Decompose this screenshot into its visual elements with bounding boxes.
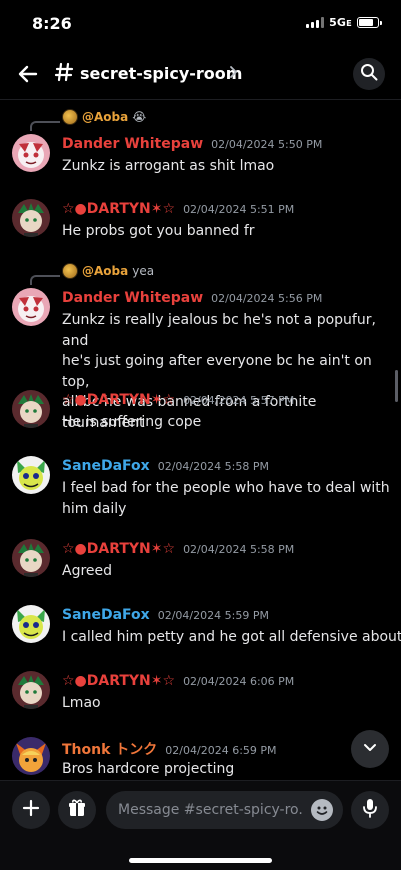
message-line: I called him petty and he got all defens… — [62, 629, 401, 645]
avatar[interactable] — [12, 737, 50, 775]
message-text: I feel bad for the people who have to de… — [62, 478, 392, 519]
message-line: him daily — [62, 500, 127, 517]
emoji-icon — [311, 806, 333, 825]
timestamp: 02/04/2024 5:51 PM — [183, 203, 295, 216]
chevron-right-icon[interactable] — [228, 65, 238, 83]
reply-reference[interactable]: @Aoba yea — [62, 263, 154, 279]
message-line: Agreed — [62, 563, 113, 579]
avatar[interactable] — [12, 390, 50, 428]
message-text: Agreed — [62, 561, 392, 582]
author-name[interactable]: ☆●DARTYN✶☆ — [62, 201, 175, 217]
timestamp: 02/04/2024 6:06 PM — [183, 675, 295, 688]
message-text: I called him petty and he got all defens… — [62, 627, 401, 648]
add-attachment-button[interactable] — [12, 791, 50, 829]
channel-header: secret-spicy-room — [0, 48, 401, 100]
microphone-icon — [361, 798, 379, 822]
avatar[interactable] — [12, 288, 50, 326]
message-line: He is suffering cope — [62, 414, 202, 430]
channel-name[interactable]: secret-spicy-room — [80, 64, 242, 83]
reply-preview: yea — [132, 264, 155, 278]
timestamp: 02/04/2024 5:50 PM — [211, 138, 323, 151]
gift-icon — [67, 798, 87, 822]
status-indicators: 5Gᴇ — [306, 16, 382, 29]
battery-icon — [357, 17, 382, 28]
author-name[interactable]: Dander Whitepaw — [62, 136, 203, 152]
avatar — [62, 263, 78, 279]
avatar[interactable] — [12, 671, 50, 709]
reply-author: @Aoba — [82, 264, 129, 278]
signal-icon — [306, 17, 325, 28]
timestamp: 02/04/2024 5:58 PM — [157, 460, 269, 473]
plus-icon — [22, 799, 40, 821]
message-line: Bros hardcore projecting — [62, 761, 235, 777]
author-name[interactable]: ☆●DARTYN✶☆ — [62, 673, 175, 689]
timestamp: 02/04/2024 5:58 PM — [183, 543, 295, 556]
timestamp: 02/04/2024 5:56 PM — [211, 292, 323, 305]
author-name[interactable]: SaneDaFox — [62, 458, 150, 474]
search-icon — [360, 63, 378, 85]
author-name[interactable]: SaneDaFox — [62, 607, 150, 623]
message-line: He probs got you banned fr — [62, 223, 255, 239]
reply-author: @Aoba — [82, 110, 129, 124]
avatar[interactable] — [12, 605, 50, 643]
avatar[interactable] — [12, 199, 50, 237]
emoji-button[interactable] — [311, 799, 333, 821]
message-text: He is suffering cope — [62, 412, 392, 433]
message-line: I feel bad for the people who have to de… — [62, 480, 390, 496]
author-name[interactable]: ☆●DARTYN✶☆ — [62, 392, 175, 408]
jump-to-bottom-button[interactable] — [351, 730, 389, 768]
message-line: Zunkz is really jealous bc he's not a po… — [62, 312, 376, 349]
network-type: 5Gᴇ — [329, 16, 352, 29]
message-list[interactable]: @Aoba 😭 Dander Whitepaw 02/04/2024 5:50 … — [0, 101, 401, 780]
author-name[interactable]: Dander Whitepaw — [62, 290, 203, 306]
avatar[interactable] — [12, 539, 50, 577]
scrollbar[interactable] — [395, 370, 398, 402]
message-text: Zunkz is arrogant as shit lmao — [62, 156, 392, 177]
status-bar: 8:26 5Gᴇ — [0, 0, 401, 48]
search-button[interactable] — [353, 58, 385, 90]
message-line: Lmao — [62, 695, 101, 711]
home-indicator — [129, 858, 272, 863]
chevron-down-icon — [361, 738, 379, 760]
message-input[interactable] — [106, 791, 343, 829]
timestamp: 02/04/2024 5:57 PM — [183, 394, 295, 407]
message-composer — [0, 780, 401, 870]
timestamp: 02/04/2024 5:59 PM — [157, 609, 269, 622]
avatar[interactable] — [12, 456, 50, 494]
avatar[interactable] — [12, 134, 50, 172]
gift-button[interactable] — [58, 791, 96, 829]
avatar — [62, 109, 78, 125]
voice-message-button[interactable] — [351, 791, 389, 829]
author-name[interactable]: ☆●DARTYN✶☆ — [62, 541, 175, 557]
message-text: Bros hardcore projecting — [62, 759, 392, 780]
status-time: 8:26 — [32, 14, 72, 33]
author-name[interactable]: Thonk トンク — [62, 739, 157, 759]
reply-reference[interactable]: @Aoba 😭 — [62, 109, 146, 125]
reply-preview: 😭 — [132, 110, 147, 124]
timestamp: 02/04/2024 6:59 PM — [165, 744, 277, 757]
hashtag-icon — [54, 61, 74, 88]
battery-level — [359, 19, 373, 26]
message-text: He probs got you banned fr — [62, 221, 392, 242]
message-line: he's just going after everyone bc he ain… — [62, 353, 372, 390]
message-line: Zunkz is arrogant as shit lmao — [62, 158, 275, 174]
message-text: Lmao — [62, 693, 392, 714]
back-arrow-icon[interactable] — [14, 60, 42, 88]
